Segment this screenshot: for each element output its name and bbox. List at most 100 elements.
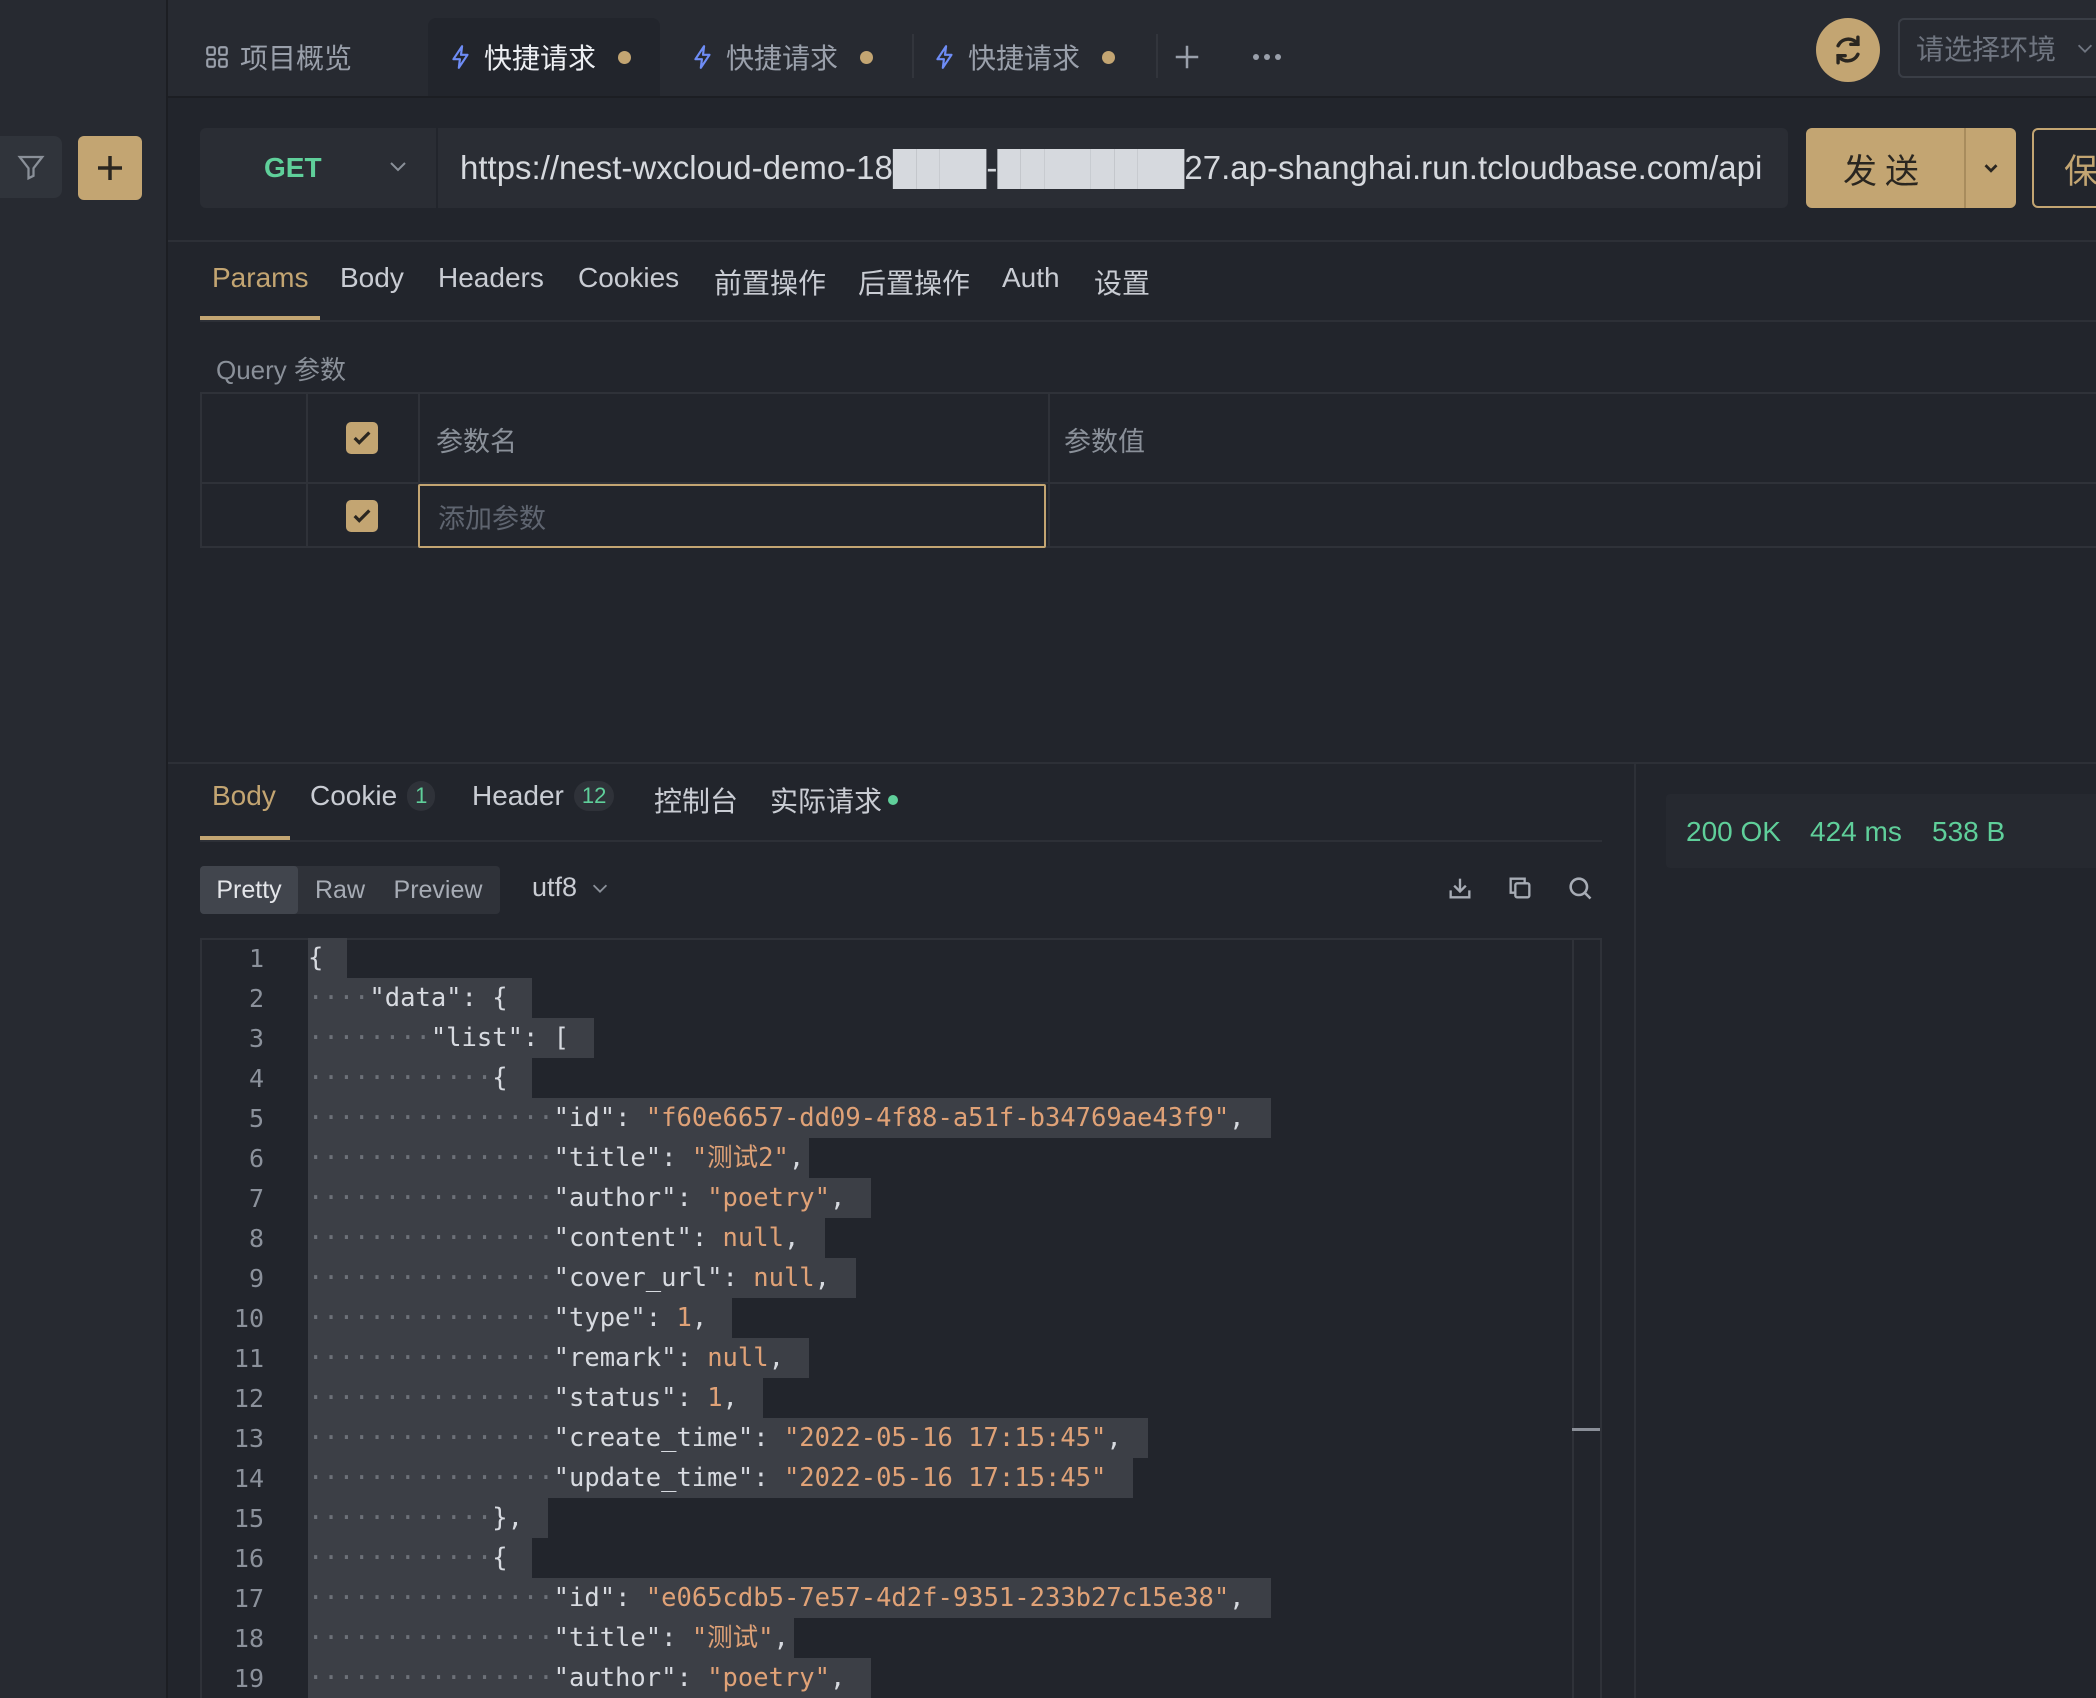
save-button[interactable]: 保	[2032, 128, 2096, 208]
environment-placeholder: 请选择环境	[1916, 34, 2057, 65]
line-number: 17	[233, 1584, 264, 1613]
tab-label: Body	[212, 780, 276, 811]
divider	[1634, 764, 1636, 1698]
count-badge: 12	[573, 781, 615, 811]
url-input[interactable]: https://nest-wxcloud-demo-18████-███████…	[436, 128, 1788, 208]
add-item-button[interactable]	[78, 136, 142, 200]
code-line: ················"type": 1,	[308, 1303, 708, 1333]
code-line: ············},	[308, 1503, 523, 1533]
tab-quick-request-1[interactable]: 快捷请求	[428, 18, 660, 96]
line-number: 11	[233, 1344, 264, 1373]
add-param-placeholder: 添加参数	[438, 503, 546, 534]
tab-divider	[1156, 34, 1158, 78]
code-lines: 1 {2 ····"data": {3 ········"list": [4 ·····…	[200, 938, 1572, 1698]
method-label: GET	[264, 152, 322, 183]
download-button[interactable]	[1446, 874, 1474, 907]
query-section-label: Query 参数	[216, 355, 347, 385]
param-row-checkbox[interactable]	[346, 500, 378, 532]
response-tab-actual-request[interactable]: 实际请求	[770, 780, 899, 820]
line-number: 13	[233, 1424, 264, 1453]
code-line: ················"id": "e065cdb5-7e57-4d2…	[308, 1583, 1245, 1613]
chevron-down-icon	[592, 884, 608, 893]
tab-quick-request-2[interactable]: 快捷请求	[690, 18, 890, 96]
line-number: 12	[233, 1384, 264, 1413]
response-tab-console[interactable]: 控制台	[654, 780, 738, 820]
line-number: 6	[248, 1144, 264, 1173]
unsaved-dot	[860, 50, 874, 64]
bolt-icon	[690, 43, 716, 71]
tab-label: 快捷请求	[968, 43, 1081, 74]
view-preview-button[interactable]: Preview	[382, 866, 494, 914]
copy-button[interactable]	[1506, 874, 1534, 907]
plus-icon	[1175, 45, 1199, 69]
response-tab-cookie[interactable]: Cookie 1	[310, 780, 436, 812]
method-select[interactable]: GET	[200, 128, 436, 208]
tab-pre-actions[interactable]: 前置操作	[714, 262, 826, 302]
send-options-button[interactable]	[1964, 128, 2016, 208]
line-number: 4	[248, 1064, 264, 1093]
line-number: 5	[248, 1104, 264, 1133]
code-line: ········"list": [	[308, 1023, 570, 1053]
code-line: ················"id": "f60e6657-dd09-4f8…	[308, 1103, 1245, 1133]
view-pretty-button[interactable]: Pretty	[200, 866, 298, 914]
send-label: 发送	[1843, 152, 1927, 191]
code-line: ················"author": "poetry",	[308, 1663, 846, 1693]
more-tabs-button[interactable]	[1252, 18, 1288, 96]
line-number: 7	[248, 1184, 264, 1213]
param-name-header: 参数名	[436, 427, 517, 457]
tab-settings[interactable]: 设置	[1094, 262, 1150, 302]
tab-cookies[interactable]: Cookies	[578, 262, 679, 294]
line-number: 18	[233, 1624, 264, 1653]
filter-button[interactable]	[0, 136, 62, 198]
bolt-icon	[932, 43, 958, 71]
more-icon	[1253, 54, 1281, 60]
search-button[interactable]	[1566, 874, 1594, 907]
line-number: 2	[248, 984, 264, 1013]
line-number: 19	[233, 1664, 264, 1693]
tab-project-overview[interactable]: 项目概览	[204, 18, 424, 96]
tab-label: 快捷请求	[484, 43, 597, 74]
unsaved-dot	[618, 50, 632, 64]
select-all-checkbox[interactable]	[346, 422, 378, 454]
code-line: ············{	[308, 1063, 508, 1093]
tab-params[interactable]: Params	[212, 262, 308, 294]
code-line: {	[308, 943, 324, 973]
code-line: ················"content": null,	[308, 1223, 800, 1253]
sync-button[interactable]	[1816, 18, 1880, 82]
search-icon	[1569, 877, 1592, 900]
line-number: 9	[248, 1264, 264, 1293]
code-line: ················"author": "poetry",	[308, 1183, 846, 1213]
line-number: 8	[248, 1224, 264, 1253]
code-line: ················"cover_url": null,	[308, 1263, 831, 1293]
new-tab-button[interactable]	[1172, 18, 1202, 96]
tab-body[interactable]: Body	[340, 262, 404, 294]
tab-divider	[912, 34, 914, 78]
tab-quick-request-3[interactable]: 快捷请求	[932, 18, 1132, 96]
status-dot	[888, 795, 899, 805]
code-line: ····"data": {	[308, 983, 508, 1013]
divider	[200, 320, 2096, 322]
environment-select[interactable]: 请选择环境	[1898, 18, 2096, 78]
editor-scrollbar-track	[1572, 940, 1574, 1698]
tab-post-actions[interactable]: 后置操作	[858, 262, 970, 302]
code-line: ················"create_time": "2022-05-…	[308, 1423, 1122, 1453]
code-line: ················"title": "测试",	[308, 1623, 789, 1653]
response-size: 538 B	[1932, 816, 2006, 847]
chevron-down-icon	[2077, 44, 2093, 53]
send-button[interactable]: 发送	[1806, 128, 1964, 208]
line-number: 1	[248, 944, 264, 973]
add-param-input[interactable]: 添加参数	[418, 484, 1046, 548]
response-tab-header[interactable]: Header 12	[472, 780, 615, 812]
divider	[168, 240, 2096, 242]
code-line: ············{	[308, 1543, 508, 1573]
encoding-select[interactable]: utf8	[532, 872, 611, 903]
line-number: 14	[233, 1464, 264, 1493]
editor-scrollbar-thumb[interactable]	[1572, 1428, 1600, 1431]
tab-headers[interactable]: Headers	[438, 262, 544, 294]
response-tab-body[interactable]: Body	[212, 780, 276, 812]
url-text: https://nest-wxcloud-demo-18████-███████…	[460, 149, 1763, 186]
unsaved-dot	[1102, 50, 1116, 64]
tab-auth[interactable]: Auth	[1002, 262, 1060, 294]
view-raw-button[interactable]: Raw	[304, 866, 376, 914]
check-icon	[353, 431, 371, 445]
